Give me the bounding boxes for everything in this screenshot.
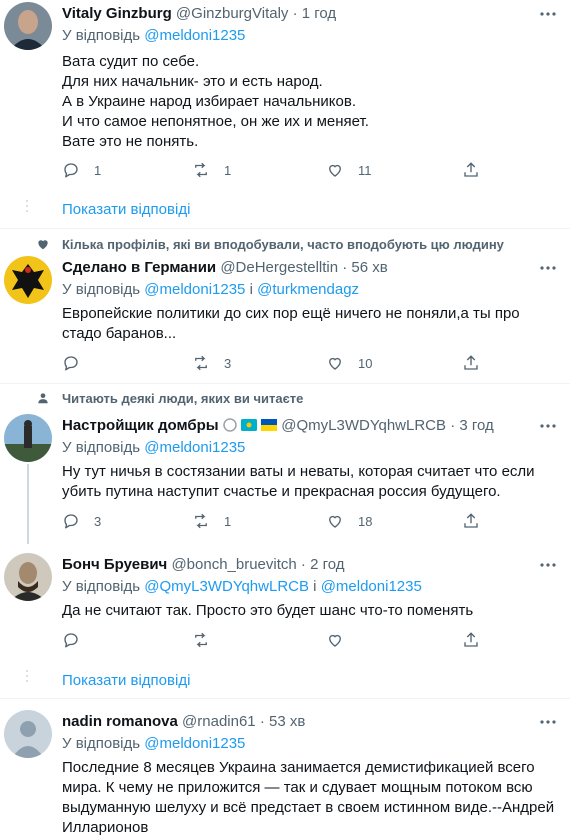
share-button[interactable] [462, 354, 480, 372]
reply-context: У відповідь @meldoni1235 [62, 27, 246, 44]
like-button[interactable] [326, 631, 358, 649]
divider [0, 383, 570, 384]
like-button[interactable]: 18 [326, 512, 372, 530]
reply-button[interactable]: 1 [62, 161, 101, 179]
reply-icon [64, 163, 78, 178]
timestamp[interactable]: · 53 хв [260, 713, 305, 730]
author-handle[interactable]: @QmyL3WDYqhwLRCB [281, 417, 446, 434]
more-options-icon[interactable] [538, 712, 558, 732]
reply-context: У відповідь @meldoni1235 і @turkmendagz [62, 281, 360, 298]
like-button[interactable]: 11 [326, 161, 372, 179]
heart-icon [329, 357, 341, 370]
thread-line [27, 464, 29, 544]
heart-icon [329, 634, 341, 647]
mention-link[interactable]: @turkmendagz [257, 281, 359, 298]
reply-button[interactable]: 3 [62, 512, 101, 530]
timestamp[interactable]: · 56 хв [342, 259, 387, 276]
reply-icon [64, 514, 78, 529]
mention-link[interactable]: @meldoni1235 [321, 578, 422, 595]
author-handle[interactable]: @bonch_bruevitch [171, 556, 296, 573]
timestamp[interactable]: · 2 год [301, 556, 345, 573]
mention-link[interactable]: @meldoni1235 [144, 439, 245, 456]
person-icon [38, 393, 48, 404]
heart-icon [329, 164, 341, 177]
share-icon [464, 162, 478, 177]
author-handle[interactable]: @GinzburgVitaly [176, 5, 289, 22]
mention-link[interactable]: @QmyL3WDYqhwLRCB [144, 578, 309, 595]
show-replies-link[interactable]: Показати відповіді [62, 201, 190, 218]
retweet-icon [195, 513, 207, 529]
avatar[interactable] [4, 414, 52, 462]
tweet-text: Да не считают так. Просто это будет шанс… [62, 602, 474, 619]
share-icon [464, 355, 478, 370]
avatar[interactable] [4, 2, 52, 50]
mention-link[interactable]: @meldoni1235 [144, 27, 245, 44]
author-handle[interactable]: @rnadin61 [182, 713, 256, 730]
thread-continuation-dots [24, 667, 30, 685]
retweet-icon [195, 355, 207, 371]
more-options-icon[interactable] [538, 555, 558, 575]
author-name[interactable]: Настройщик домбры [62, 417, 219, 434]
kazakhstan-flag-icon [240, 419, 257, 431]
share-button[interactable] [462, 161, 480, 179]
avatar[interactable] [4, 710, 52, 758]
reply-button[interactable] [62, 354, 94, 372]
tweet-text: Вата судит по себе. Для них начальник- э… [62, 53, 369, 150]
tweet-text: Последние 8 месяцев Украина занимается д… [62, 759, 555, 836]
share-icon [464, 513, 478, 528]
divider [0, 228, 570, 229]
author-name[interactable]: Бонч Бруевич [62, 556, 167, 573]
avatar[interactable] [4, 553, 52, 601]
divider [0, 698, 570, 699]
timestamp[interactable]: · 3 год [450, 417, 494, 434]
reply-icon [64, 633, 78, 648]
reply-button[interactable] [62, 631, 94, 649]
retweet-button[interactable]: 1 [192, 512, 231, 530]
retweet-icon [195, 632, 207, 648]
reply-context: У відповідь @QmyL3WDYqhwLRCB і @meldoni1… [62, 578, 422, 595]
show-replies-link[interactable]: Показати відповіді [62, 672, 190, 689]
retweet-button[interactable] [192, 631, 224, 649]
author-handle[interactable]: @DeHergestelltin [220, 259, 338, 276]
retweet-button[interactable]: 1 [192, 161, 231, 179]
author-name[interactable]: Vitaly Ginzburg [62, 5, 172, 22]
circle-icon [223, 418, 237, 432]
heart-filled-icon [38, 240, 48, 250]
tweet-text: Европейские политики до сих пор ещё ниче… [62, 305, 520, 342]
mention-link[interactable]: @meldoni1235 [144, 735, 245, 752]
heart-icon [329, 515, 341, 528]
reply-icon [64, 356, 78, 371]
social-context[interactable]: Читають деякі люди, яких ви читаєте [62, 391, 303, 406]
share-icon [464, 632, 478, 647]
share-button[interactable] [462, 631, 480, 649]
author-name[interactable]: nadin romanova [62, 713, 178, 730]
reply-context: У відповідь @meldoni1235 [62, 735, 246, 752]
more-options-icon[interactable] [538, 258, 558, 278]
more-options-icon[interactable] [538, 4, 558, 24]
retweet-button[interactable]: 3 [192, 354, 231, 372]
thread-continuation-dots [24, 197, 30, 215]
reply-context: У відповідь @meldoni1235 [62, 439, 246, 456]
avatar[interactable] [4, 256, 52, 304]
more-options-icon[interactable] [538, 416, 558, 436]
timestamp[interactable]: · 1 год [293, 5, 337, 22]
tweet-text: Ну тут ничья в состязании ваты и неваты,… [62, 463, 535, 500]
like-button[interactable]: 10 [326, 354, 372, 372]
author-name[interactable]: Сделано в Германии [62, 259, 216, 276]
social-context[interactable]: Кілька профілів, які ви вподобували, час… [62, 237, 504, 252]
mention-link[interactable]: @meldoni1235 [144, 281, 245, 298]
ukraine-flag-icon [261, 419, 278, 431]
retweet-icon [195, 162, 207, 178]
share-button[interactable] [462, 512, 480, 530]
